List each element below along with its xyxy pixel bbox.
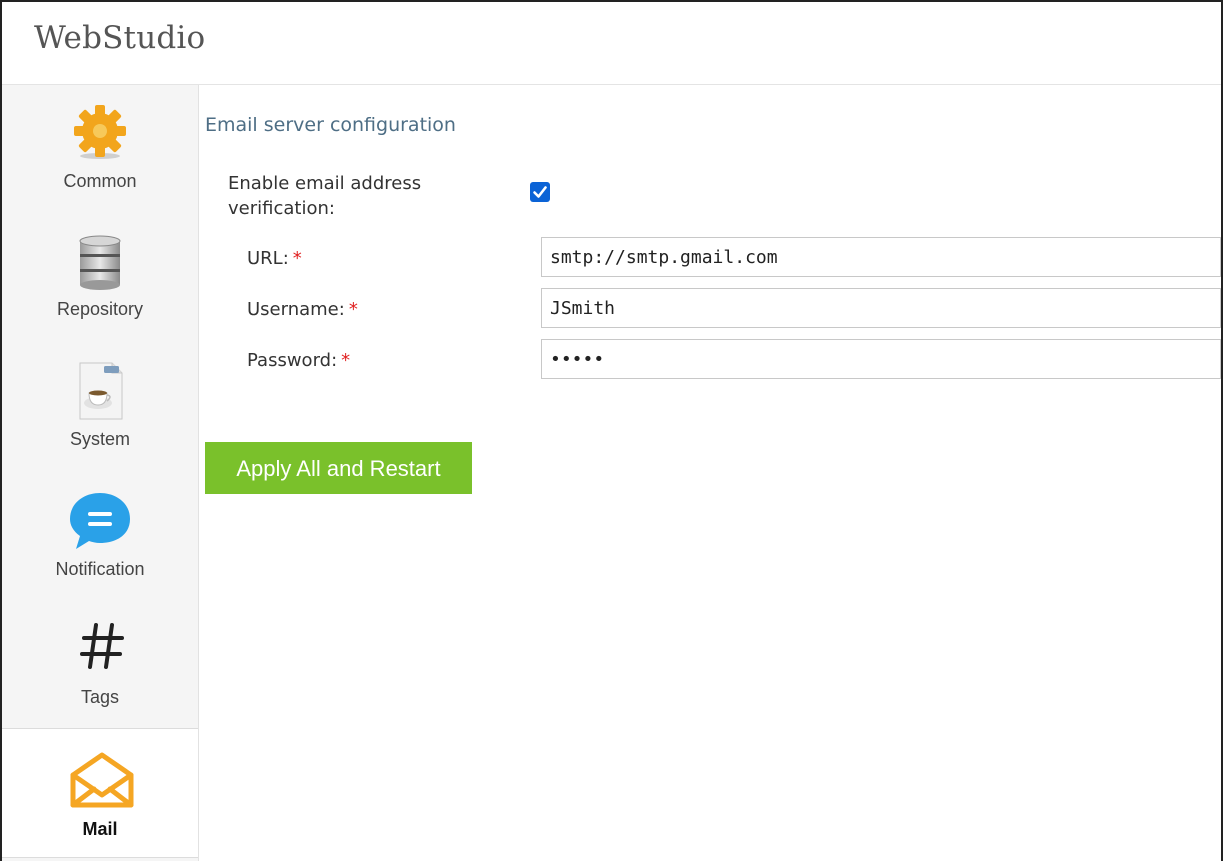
chat-bubble-icon: [68, 489, 132, 555]
sidebar-item-label: Notification: [55, 559, 145, 579]
sidebar: Common Repository System Notification Ta…: [2, 85, 199, 861]
sidebar-item-mail[interactable]: Mail: [2, 728, 198, 858]
sidebar-item-system[interactable]: System: [2, 341, 198, 471]
apply-all-restart-button[interactable]: Apply All and Restart: [205, 442, 472, 494]
url-input[interactable]: [541, 237, 1221, 277]
hash-icon: [79, 621, 125, 675]
envelope-icon: [67, 751, 137, 815]
checkmark-icon: [533, 186, 547, 198]
required-marker: *: [341, 350, 351, 371]
gear-icon: [70, 103, 130, 167]
sidebar-item-label: System: [69, 429, 130, 449]
header: WebStudio: [2, 2, 1221, 85]
section-title: Email server configuration: [205, 114, 456, 136]
database-icon: [77, 235, 123, 295]
sidebar-item-label: Tags: [80, 687, 120, 707]
username-input[interactable]: [541, 288, 1221, 328]
sidebar-item-common[interactable]: Common: [2, 85, 198, 213]
verification-label: Enable email address verification:: [228, 173, 422, 219]
username-label: Username: *: [247, 299, 358, 320]
sidebar-item-tags[interactable]: Tags: [2, 599, 198, 727]
sidebar-item-repository[interactable]: Repository: [2, 213, 198, 341]
url-label: URL: *: [247, 248, 302, 269]
required-marker: *: [348, 299, 358, 320]
verification-checkbox[interactable]: [530, 182, 550, 202]
password-input[interactable]: [541, 339, 1221, 379]
sidebar-item-label: Repository: [56, 299, 144, 319]
java-icon: [76, 361, 124, 425]
sidebar-item-label: Mail: [82, 819, 118, 839]
sidebar-item-label: Common: [63, 171, 137, 191]
password-label: Password: *: [247, 350, 351, 371]
sidebar-item-notification[interactable]: Notification: [2, 471, 198, 599]
app-title: WebStudio: [34, 20, 206, 56]
required-marker: *: [292, 248, 302, 269]
